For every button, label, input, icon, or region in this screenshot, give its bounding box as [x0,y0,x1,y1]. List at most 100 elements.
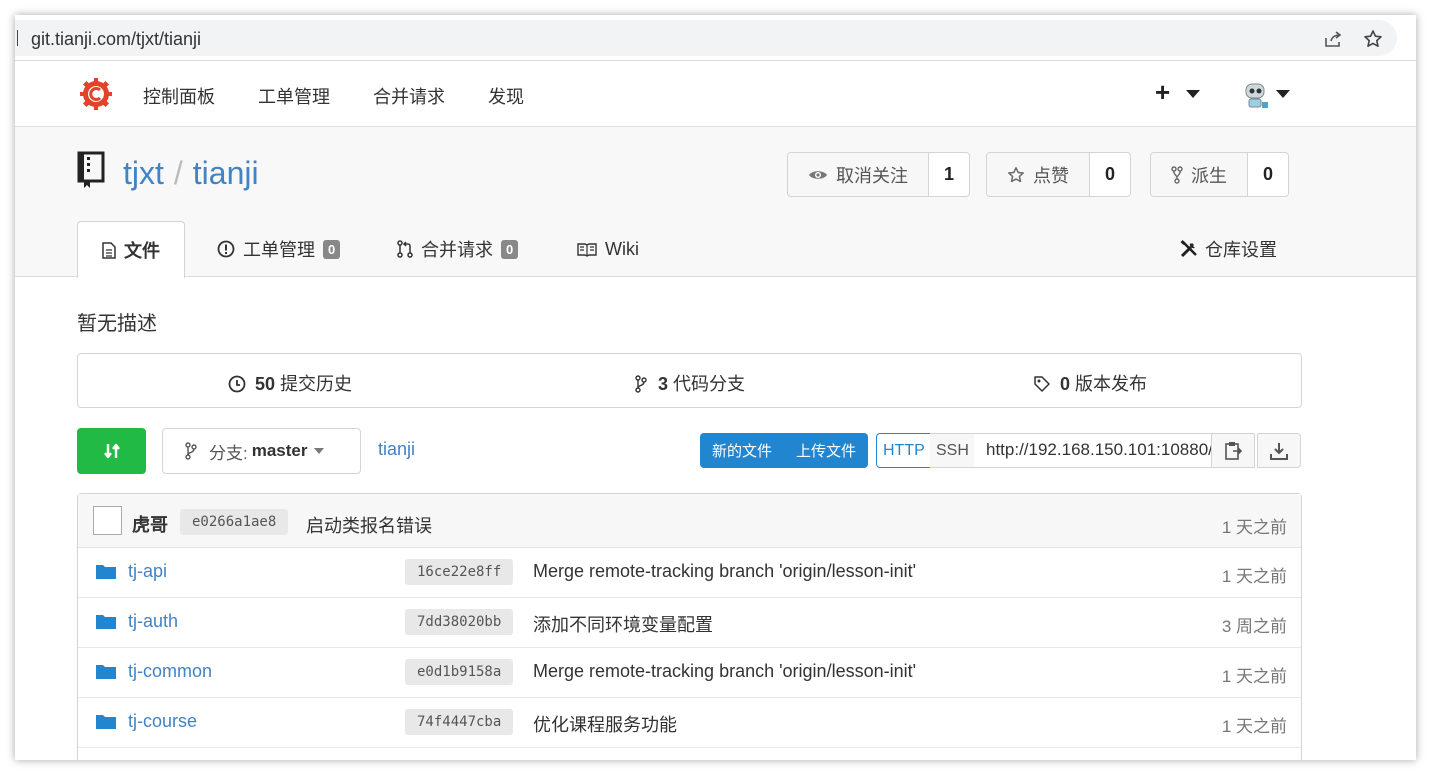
git-pull-request-icon [397,240,413,258]
clipboard-icon [1225,441,1242,460]
file-commit-time: 1 天之前 [1221,717,1287,736]
repo-settings-label: 仓库设置 [1205,240,1277,260]
star-count[interactable]: 0 [1090,153,1130,196]
issues-count-badge: 0 [323,239,341,259]
tab-issues[interactable]: 工单管理 0 [217,221,341,277]
commits-label: 提交历史 [280,374,353,394]
unwatch-label: 取消关注 [836,165,908,186]
file-name-link[interactable]: tj-common [128,661,212,682]
repo-settings-link[interactable]: 仓库设置 [1179,221,1277,277]
releases-label: 版本发布 [1075,374,1148,394]
table-row: tj-api 16ce22e8ff Merge remote-tracking … [78,548,1301,598]
table-row: tj-common e0d1b9158a Merge remote-tracki… [78,648,1301,698]
issue-opened-icon [217,240,235,258]
file-commit-sha[interactable]: 74f4447cba [405,709,514,735]
folder-icon [96,565,116,579]
file-commit-message[interactable]: 优化课程服务功能 [533,711,677,737]
branch-name: master [251,441,308,460]
branch-selector[interactable]: 分支: master [162,428,361,474]
fork-count[interactable]: 0 [1248,153,1288,196]
download-button[interactable] [1257,433,1301,468]
folder-icon [96,615,116,629]
branches-stat[interactable]: 3 代码分支 [635,370,745,396]
user-menu-caret-icon[interactable] [1276,90,1290,98]
tab-files[interactable]: 文件 [77,221,185,278]
star-button[interactable]: 点赞 [987,153,1090,196]
create-dropdown-caret-icon[interactable] [1186,90,1200,98]
file-name-link[interactable]: tj-api [128,561,167,582]
repo-header: tjxt / tianji 取消关注 1 点赞 0 派生 0 文件 工单管理 0… [15,127,1416,278]
repo-owner-link[interactable]: tjxt [123,155,164,191]
folder-icon [96,715,116,729]
upload-file-button[interactable]: 上传文件 [784,433,869,468]
tab-pull-requests[interactable]: 合并请求 0 [397,221,519,277]
file-commit-sha[interactable]: 16ce22e8ff [405,559,514,585]
file-name-link[interactable]: tj-course [128,711,197,732]
file-commit-message[interactable]: 添加不同环境变量配置 [533,611,713,637]
tab-pull-requests-label: 合并请求 [421,240,493,260]
text-caret [17,30,18,46]
file-commit-sha[interactable]: 7dd38020bb [405,609,514,635]
gitea-logo-icon[interactable] [79,77,113,111]
latest-commit-row: 虎哥 e0266a1ae8 启动类报名错误 1 天之前 [78,494,1301,548]
download-icon [1270,442,1288,460]
url-text: git.tianji.com/tjxt/tianji [31,29,202,49]
bookmark-star-icon[interactable] [1363,29,1383,49]
unwatch-button[interactable]: 取消关注 [788,153,929,196]
clone-url-input[interactable]: http://192.168.150.101:10880/tjxt/tianji… [974,433,1212,468]
commit-author[interactable]: 虎哥 [132,511,168,537]
tab-wiki-label: Wiki [605,238,639,259]
nav-issues[interactable]: 工单管理 [258,83,330,109]
browser-window: git.tianji.com/tjxt/tianji 控制面板 工单管理 合并请… [15,15,1416,760]
share-icon[interactable] [1323,29,1343,49]
commits-stat[interactable]: 50 提交历史 [228,370,352,396]
fork-button-group: 派生 0 [1150,152,1289,197]
commit-author-avatar[interactable] [93,506,122,535]
file-commit-message[interactable]: Merge remote-tracking branch 'origin/les… [533,561,916,582]
releases-count: 0 [1060,374,1071,394]
repo-title-separator: / [173,155,183,191]
branch-icon [185,442,197,460]
nav-dashboard[interactable]: 控制面板 [143,83,215,109]
address-bar: git.tianji.com/tjxt/tianji [15,15,1416,61]
compare-button[interactable] [77,428,146,474]
tab-wiki[interactable]: Wiki [577,221,639,277]
file-commit-sha[interactable]: e0d1b9158a [405,659,514,685]
file-text-icon [102,241,116,259]
history-icon [228,375,246,393]
watch-count[interactable]: 1 [929,153,969,196]
user-avatar[interactable] [1241,80,1269,110]
file-table: 虎哥 e0266a1ae8 启动类报名错误 1 天之前 tj-api 16ce2… [77,493,1302,760]
branch-dropdown-caret-icon [313,448,324,454]
git-branch-icon [635,375,647,393]
watch-button-group: 取消关注 1 [787,152,970,197]
copy-url-button[interactable] [1211,433,1255,468]
commit-sha-link[interactable]: e0266a1ae8 [180,509,289,535]
branches-count: 3 [658,374,669,394]
create-new-button[interactable]: + [1155,77,1170,108]
fork-button[interactable]: 派生 [1151,153,1248,196]
eye-icon [809,170,827,179]
nav-explore[interactable]: 发现 [488,83,524,109]
nav-pull-requests[interactable]: 合并请求 [373,83,445,109]
folder-icon [96,665,116,679]
path-breadcrumb-link[interactable]: tianji [378,439,415,460]
repo-name-link[interactable]: tianji [193,155,259,191]
branches-label: 代码分支 [673,374,746,394]
http-clone-toggle[interactable]: HTTP [876,433,932,468]
file-name-link[interactable]: tj-auth [128,611,178,632]
url-field[interactable]: git.tianji.com/tjxt/tianji [15,20,1397,56]
ssh-clone-toggle[interactable]: SSH [930,433,976,468]
pull-requests-count-badge: 0 [501,239,519,259]
file-commit-message[interactable]: Merge remote-tracking branch 'origin/les… [533,661,916,682]
commits-count: 50 [255,374,276,394]
releases-stat[interactable]: 0 版本发布 [1033,370,1147,396]
repo-toolbar: 分支: master tianji 新的文件 上传文件 HTTP SSH htt… [15,428,1416,476]
commit-message: 启动类报名错误 [306,516,432,536]
new-file-button[interactable]: 新的文件 [700,433,785,468]
fork-icon [1171,165,1183,184]
star-icon [1008,166,1024,182]
compare-arrows-icon [103,443,120,459]
tab-files-label: 文件 [124,241,160,261]
table-row: tj-auth 7dd38020bb 添加不同环境变量配置 3 周之前 [78,598,1301,648]
